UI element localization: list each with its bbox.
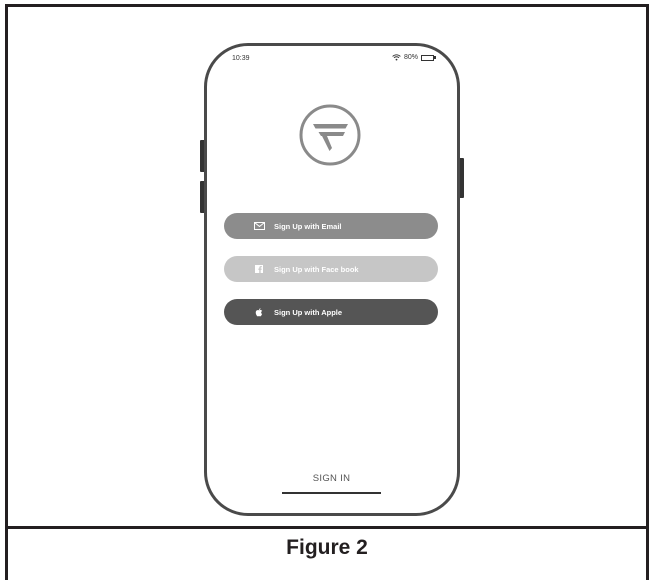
sign-up-facebook-label: Sign Up with Face book xyxy=(274,264,359,274)
sign-up-apple-label: Sign Up with Apple xyxy=(274,307,343,317)
status-indicators: 80% xyxy=(392,54,436,61)
battery-percent: 80% xyxy=(404,54,419,61)
sign-up-apple-button[interactable]: Sign Up with Apple xyxy=(224,299,438,325)
sign-up-facebook-button[interactable]: Sign Up with Face book xyxy=(224,256,438,282)
caption-divider xyxy=(5,526,649,529)
battery-icon xyxy=(421,54,436,61)
sign-in-link[interactable]: SIGN IN xyxy=(282,473,381,484)
apple-icon xyxy=(253,307,265,317)
envelope-icon xyxy=(253,221,265,231)
wifi-icon xyxy=(392,54,401,61)
facebook-icon xyxy=(253,264,265,274)
app-logo xyxy=(292,104,368,166)
status-time: 10:39 xyxy=(232,55,250,62)
sign-in-underline xyxy=(282,492,381,494)
figure-caption: Figure 2 xyxy=(286,536,368,559)
sign-up-email-button[interactable]: Sign Up with Email xyxy=(224,213,438,239)
sign-up-email-label: Sign Up with Email xyxy=(274,221,342,231)
